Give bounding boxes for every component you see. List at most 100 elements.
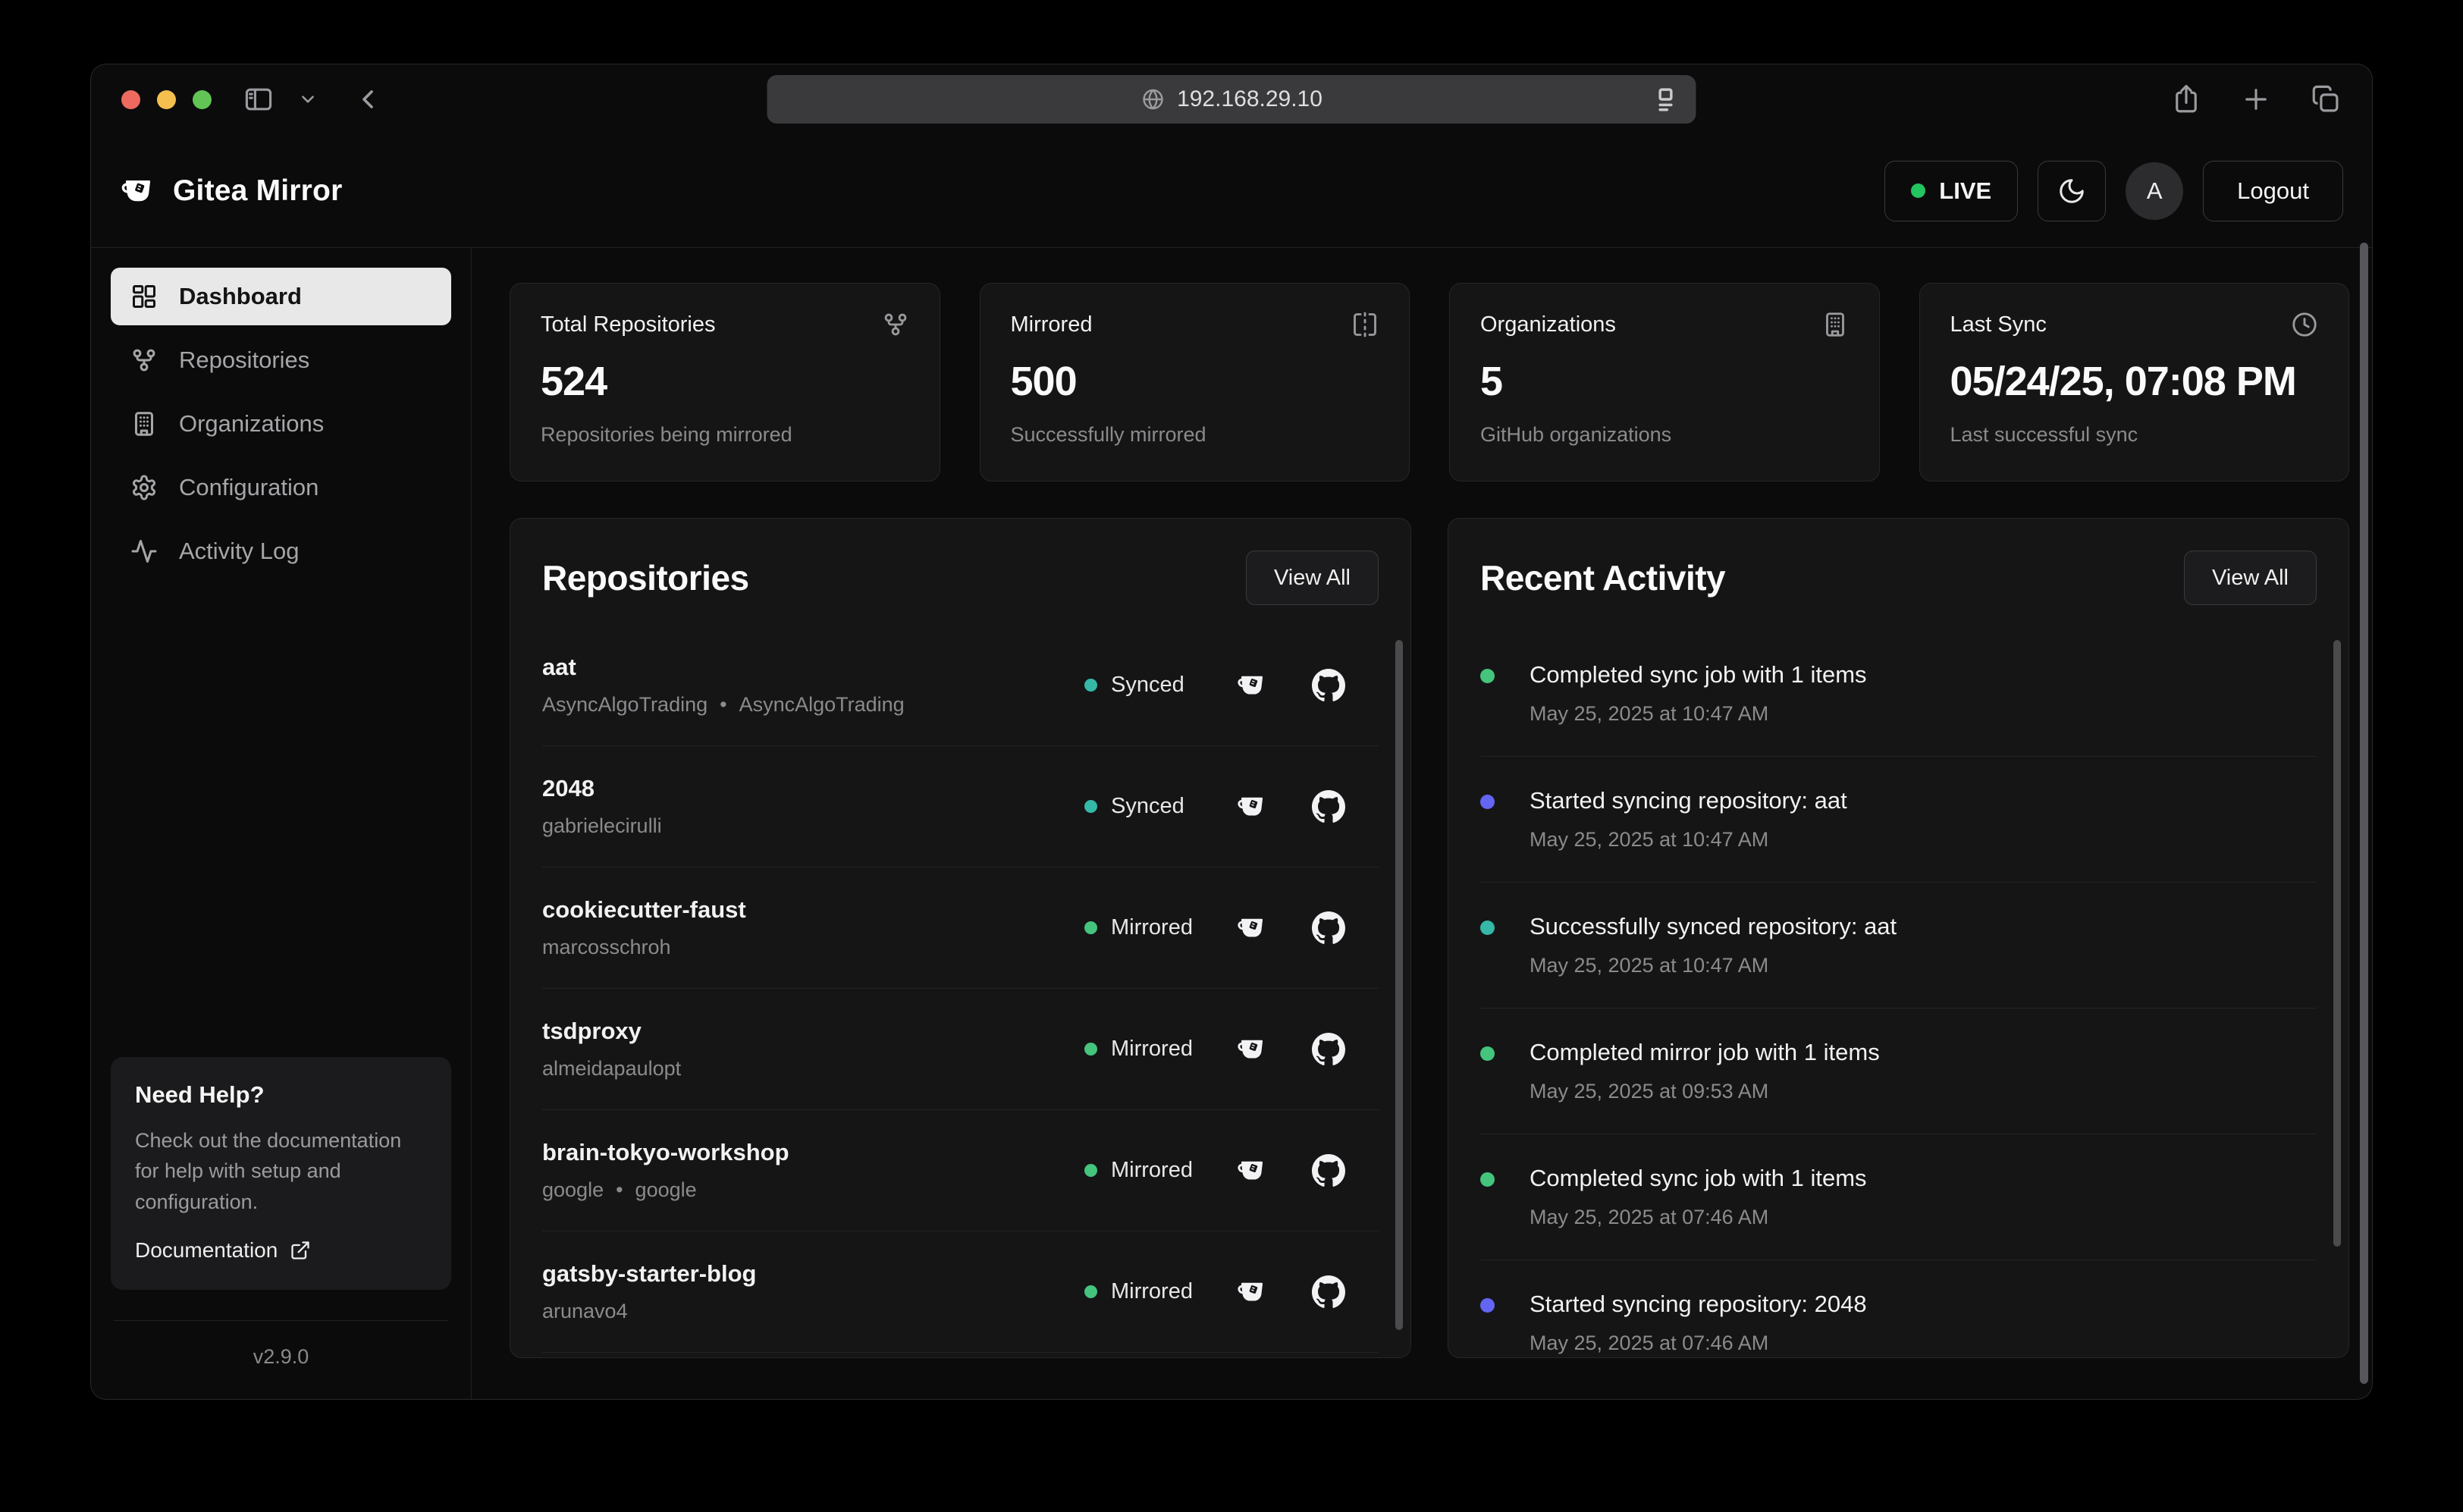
repositories-view-all-button[interactable]: View All — [1246, 551, 1379, 605]
back-icon[interactable] — [353, 84, 383, 114]
clock-icon — [2291, 311, 2318, 338]
new-tab-icon[interactable] — [2240, 83, 2272, 115]
gitea-cup-icon — [120, 173, 156, 209]
status-dot — [1084, 679, 1097, 692]
activity-timestamp: May 25, 2025 at 07:46 AM — [1530, 1206, 1867, 1229]
repository-name: aat — [542, 654, 905, 681]
status-label: Mirrored — [1111, 915, 1193, 940]
repository-name: tsdproxy — [542, 1018, 681, 1045]
repository-name: 2048 — [542, 775, 662, 802]
repository-row: brain-tokyo-workshop google • google Mir… — [542, 1109, 1379, 1231]
documentation-link-label: Documentation — [135, 1238, 278, 1263]
activity-timestamp: May 25, 2025 at 07:46 AM — [1530, 1332, 1867, 1355]
live-dot — [1911, 184, 1925, 198]
activity-scrollbar[interactable] — [2333, 640, 2341, 1247]
gitea-link-icon[interactable] — [1236, 791, 1268, 823]
activity-timestamp: May 25, 2025 at 10:47 AM — [1530, 954, 1897, 977]
building-icon — [130, 410, 158, 438]
browser-window: 192.168.29.10 Gitea Mirror — [91, 64, 2372, 1399]
status-label: Synced — [1111, 794, 1184, 819]
external-link-icon — [290, 1240, 311, 1261]
share-icon[interactable] — [2170, 83, 2202, 115]
app-title: Gitea Mirror — [173, 174, 342, 208]
chevron-down-icon[interactable] — [298, 89, 318, 109]
sidebar-item-activity-log[interactable]: Activity Log — [111, 522, 451, 580]
traffic-lights — [121, 90, 212, 109]
app-header: Gitea Mirror LIVE A Logout — [91, 134, 2372, 248]
live-status-badge[interactable]: LIVE — [1884, 161, 2018, 221]
sidebar-item-repositories[interactable]: Repositories — [111, 331, 451, 389]
activity-timestamp: May 25, 2025 at 10:47 AM — [1530, 828, 1847, 852]
gitea-link-icon[interactable] — [1236, 1034, 1268, 1065]
theme-toggle-button[interactable] — [2038, 161, 2106, 221]
repository-name: gatsby-starter-blog — [542, 1260, 756, 1288]
gitea-link-icon[interactable] — [1236, 1155, 1268, 1187]
status-dot — [1084, 921, 1097, 934]
repository-org: google — [635, 1178, 697, 1202]
address-bar[interactable]: 192.168.29.10 — [767, 75, 1696, 124]
activity-row: Completed sync job with 1 items May 25, … — [1480, 1134, 2317, 1259]
sidebar: Dashboard Repositories Organizations — [91, 248, 472, 1399]
repositories-panel-title: Repositories — [542, 557, 749, 598]
app-logo: Gitea Mirror — [120, 173, 342, 209]
repository-list: aat AsyncAlgoTrading • AsyncAlgoTrading … — [542, 625, 1379, 1358]
github-link-icon[interactable] — [1312, 1154, 1345, 1187]
page-scrollbar[interactable] — [2360, 243, 2368, 1384]
activity-view-all-button[interactable]: View All — [2184, 551, 2317, 605]
close-window-button[interactable] — [121, 90, 140, 109]
tabs-icon[interactable] — [2310, 83, 2342, 115]
gitea-link-icon[interactable] — [1236, 670, 1268, 701]
activity-message: Started syncing repository: aat — [1530, 787, 1847, 814]
github-link-icon[interactable] — [1312, 790, 1345, 823]
github-link-icon[interactable] — [1312, 1275, 1345, 1309]
avatar[interactable]: A — [2126, 162, 2183, 220]
activity-row: Completed mirror job with 1 items May 25… — [1480, 1008, 2317, 1134]
documentation-link[interactable]: Documentation — [135, 1238, 311, 1263]
activity-dot — [1480, 795, 1495, 809]
status-dot — [1084, 1285, 1097, 1298]
reader-icon[interactable] — [1649, 83, 1683, 116]
sidebar-item-dashboard[interactable]: Dashboard — [111, 268, 451, 325]
activity-timestamp: May 25, 2025 at 09:53 AM — [1530, 1080, 1880, 1103]
activity-row: Completed sync job with 1 items May 25, … — [1480, 631, 2317, 756]
activity-timestamp: May 25, 2025 at 10:47 AM — [1530, 702, 1867, 726]
building-icon — [1821, 311, 1849, 338]
activity-row: Successfully synced repository: aat May … — [1480, 882, 2317, 1008]
github-link-icon[interactable] — [1312, 669, 1345, 702]
activity-list: Completed sync job with 1 items May 25, … — [1480, 631, 2317, 1358]
repositories-scrollbar[interactable] — [1395, 640, 1403, 1330]
sidebar-toggle-icon[interactable] — [242, 83, 275, 116]
gitea-link-icon[interactable] — [1236, 1276, 1268, 1308]
status-dot — [1084, 1164, 1097, 1177]
sidebar-item-label: Activity Log — [179, 538, 300, 565]
sidebar-item-label: Dashboard — [179, 283, 302, 310]
stat-value: 5 — [1480, 358, 1849, 405]
url-text: 192.168.29.10 — [1177, 86, 1322, 112]
logout-button[interactable]: Logout — [2203, 161, 2343, 221]
recent-activity-panel: Recent Activity View All Completed sync … — [1448, 518, 2349, 1358]
stats-row: Total Repositories 524 Repositories bein… — [510, 283, 2349, 482]
zoom-window-button[interactable] — [193, 90, 212, 109]
stat-subtitle: Repositories being mirrored — [541, 423, 909, 447]
sidebar-item-configuration[interactable]: Configuration — [111, 459, 451, 516]
github-link-icon[interactable] — [1312, 911, 1345, 945]
stat-title: Total Repositories — [541, 312, 716, 337]
main-content: Total Repositories 524 Repositories bein… — [472, 248, 2372, 1399]
minimize-window-button[interactable] — [157, 90, 176, 109]
github-link-icon[interactable] — [1312, 1033, 1345, 1066]
status-label: Mirrored — [1111, 1037, 1193, 1062]
need-help-title: Need Help? — [135, 1081, 427, 1109]
gitea-link-icon[interactable] — [1236, 912, 1268, 944]
activity-message: Completed mirror job with 1 items — [1530, 1039, 1880, 1066]
repository-owner: almeidapaulopt — [542, 1057, 681, 1081]
stat-value: 500 — [1011, 358, 1379, 405]
sidebar-item-organizations[interactable]: Organizations — [111, 395, 451, 453]
dashboard-icon — [130, 283, 158, 310]
activity-row: Started syncing repository: aat May 25, … — [1480, 756, 2317, 882]
repository-name: brain-tokyo-workshop — [542, 1139, 789, 1166]
stat-subtitle: GitHub organizations — [1480, 423, 1849, 447]
status-dot — [1084, 1043, 1097, 1056]
stat-card-last-sync: Last Sync 05/24/25, 07:08 PM Last succes… — [1919, 283, 2350, 482]
stat-card-total-repositories: Total Repositories 524 Repositories bein… — [510, 283, 940, 482]
stat-card-mirrored: Mirrored 500 Successfully mirrored — [980, 283, 1410, 482]
